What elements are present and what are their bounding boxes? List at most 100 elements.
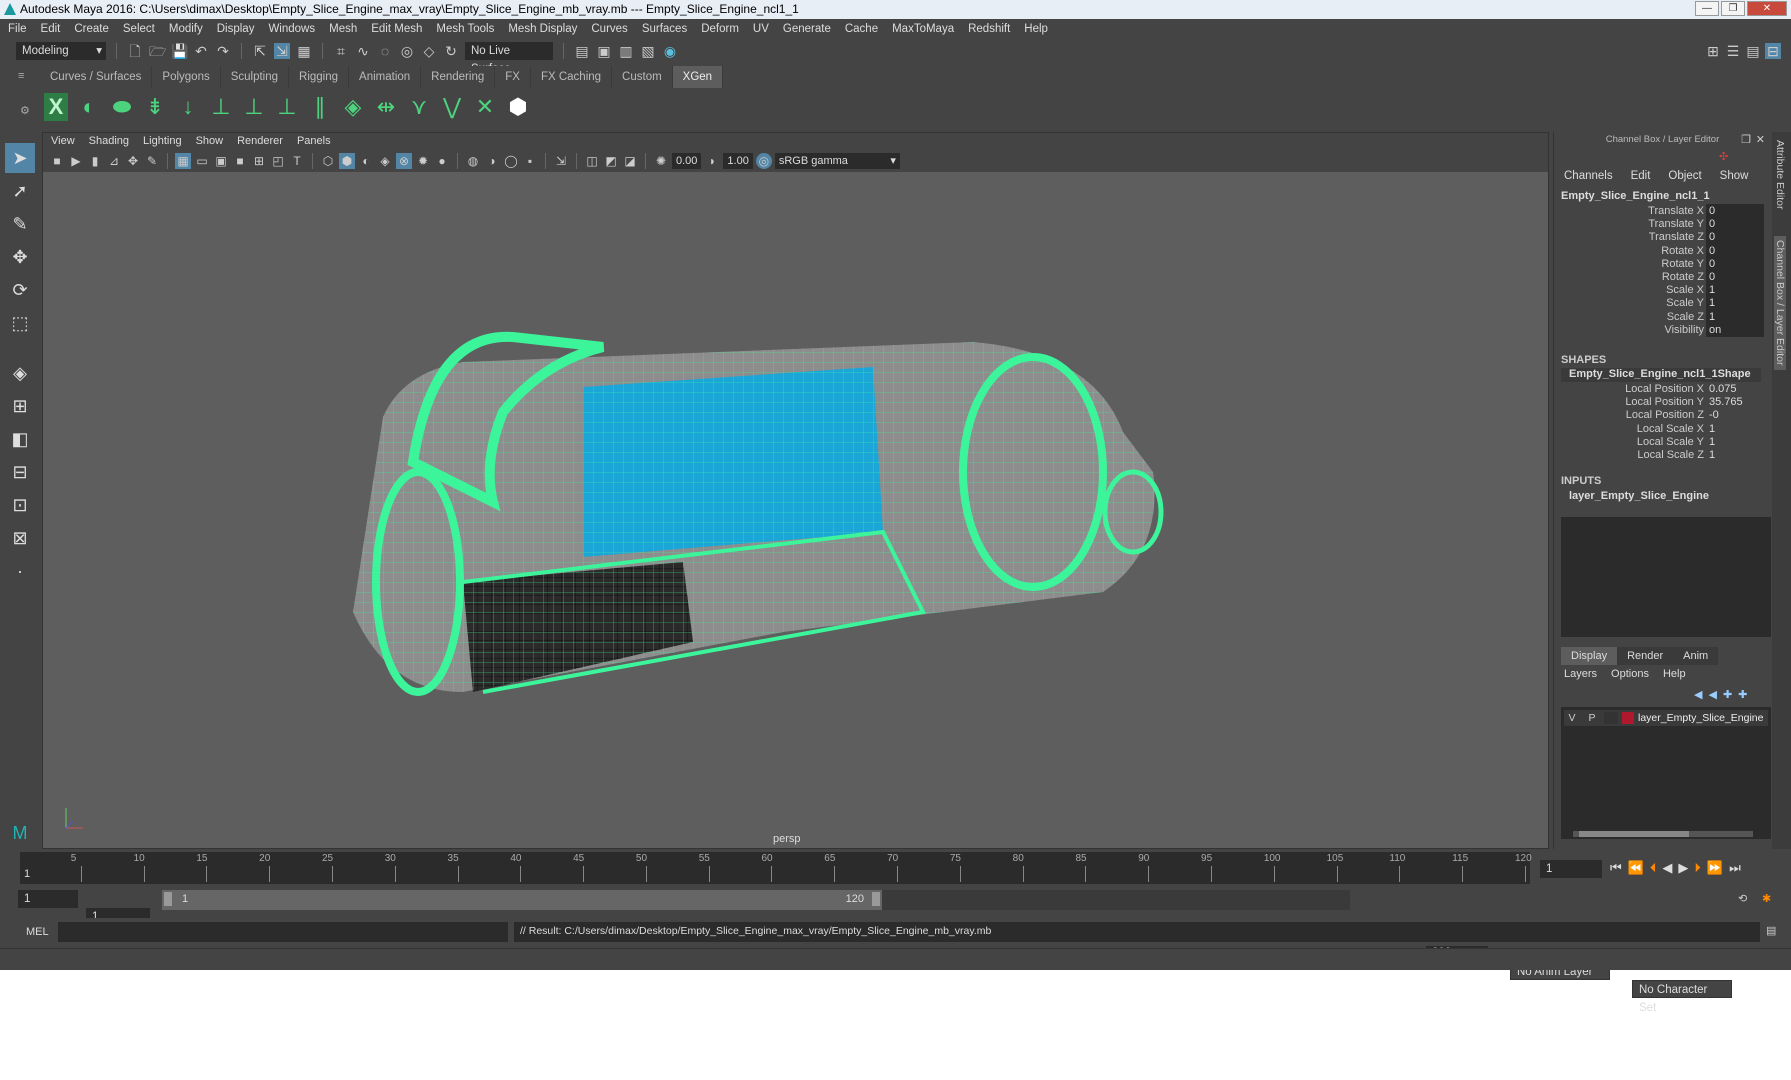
default-material-icon[interactable]: ◐: [358, 153, 374, 169]
channel-box-toggle-icon[interactable]: ⊟: [1765, 43, 1781, 59]
attribute-value[interactable]: 0: [1706, 230, 1764, 245]
xgen-move-guide-icon[interactable]: ↓: [176, 93, 200, 121]
snap-grid-icon[interactable]: ⌗: [333, 43, 349, 59]
scene-start-field[interactable]: 1: [18, 890, 78, 908]
xgen-normalize-icon[interactable]: ⋁: [440, 93, 464, 121]
attribute-value[interactable]: 0: [1706, 204, 1764, 218]
close-panel-icon[interactable]: ✕: [1756, 133, 1765, 146]
play-backward-icon[interactable]: ◀: [1662, 860, 1672, 876]
menu-edit-mesh[interactable]: Edit Mesh: [371, 23, 422, 35]
viewport-menu-show[interactable]: Show: [196, 133, 224, 150]
film-gate-icon[interactable]: ▭: [194, 153, 210, 169]
engine-model-wireframe[interactable]: [43, 172, 1548, 848]
scale-tool-icon[interactable]: ⬚: [5, 308, 35, 338]
xray-joints-icon[interactable]: ◫: [584, 153, 600, 169]
shelf-tab-custom[interactable]: Custom: [612, 66, 673, 88]
range-start-handle[interactable]: [164, 892, 172, 906]
xgen-length-icon[interactable]: ⇹: [374, 93, 398, 121]
save-scene-icon[interactable]: 💾: [171, 43, 188, 59]
viewport-menu-lighting[interactable]: Lighting: [143, 133, 182, 150]
menu-file[interactable]: File: [8, 23, 27, 35]
render-view-icon[interactable]: ▧: [640, 43, 656, 59]
motion-blur-icon[interactable]: ◑: [484, 153, 500, 169]
character-set-dropdown[interactable]: No Character Set: [1632, 980, 1732, 1014]
attribute-value[interactable]: on: [1706, 322, 1764, 337]
move-layer-down-icon[interactable]: ◀: [1708, 688, 1716, 701]
select-camera-icon[interactable]: ■: [49, 153, 65, 169]
step-back-key-icon[interactable]: ⏪: [1628, 860, 1644, 876]
maximize-button[interactable]: ❐: [1721, 1, 1745, 16]
viewport-menu-shading[interactable]: Shading: [89, 133, 129, 150]
layer-menu-layers[interactable]: Layers: [1564, 668, 1597, 680]
viewport-menu-panels[interactable]: Panels: [297, 133, 331, 150]
shelf-menu-icon[interactable]: ≡: [18, 70, 24, 82]
channel-menu-edit[interactable]: Edit: [1631, 170, 1651, 182]
layer-visibility-toggle[interactable]: V: [1564, 712, 1580, 724]
shelf-tab-sculpting[interactable]: Sculpting: [220, 66, 290, 88]
layout-options-icon[interactable]: ·: [5, 556, 35, 586]
menu-select[interactable]: Select: [123, 23, 155, 35]
channel-menu-show[interactable]: Show: [1720, 170, 1749, 182]
use-all-lights-icon[interactable]: ✹: [415, 153, 431, 169]
go-to-start-icon[interactable]: ⏮: [1610, 860, 1622, 876]
shelf-tab-rigging[interactable]: Rigging: [289, 66, 350, 88]
persp-outliner-layout-icon[interactable]: ◧: [5, 424, 35, 454]
modeling-toolkit-icon[interactable]: ⊞: [1705, 43, 1721, 59]
time-slider[interactable]: 1 5 10 15 20 25 30 35 40 45 50 55 60 65 70 75 80 85 90 95 1…: [20, 852, 1532, 884]
attribute-value[interactable]: 0: [1706, 256, 1764, 271]
float-panel-icon[interactable]: ❐: [1741, 133, 1751, 146]
move-layer-up-icon[interactable]: ◀: [1694, 688, 1702, 701]
select-tool-icon[interactable]: ➤: [5, 143, 35, 173]
persp-graph-layout-icon[interactable]: ⊟: [5, 457, 35, 487]
channel-box-tab[interactable]: Channel Box / Layer Editor: [1774, 236, 1786, 370]
layer-playback-toggle[interactable]: P: [1584, 712, 1600, 724]
close-button[interactable]: ✕: [1747, 1, 1787, 16]
manipulator-icon[interactable]: ✣: [1719, 150, 1728, 163]
grease-pencil-icon[interactable]: ✎: [144, 153, 160, 169]
anim-prefs-icon[interactable]: ✱: [1762, 892, 1771, 905]
gamma-icon[interactable]: ◗: [704, 153, 720, 169]
new-scene-icon[interactable]: 🗋: [127, 43, 143, 59]
safe-action-icon[interactable]: ◰: [270, 153, 286, 169]
shelf-tab-animation[interactable]: Animation: [349, 66, 422, 88]
snap-point-icon[interactable]: ◌: [377, 43, 393, 59]
undo-icon[interactable]: ↶: [193, 43, 209, 59]
layer-menu-options[interactable]: Options: [1611, 668, 1649, 680]
layer-row[interactable]: V P layer_Empty_Slice_Engine: [1564, 710, 1768, 726]
attribute-value[interactable]: 0: [1706, 243, 1764, 258]
field-chart-icon[interactable]: ⊞: [251, 153, 267, 169]
select-object-icon[interactable]: ⇲: [274, 43, 290, 59]
menu-surfaces[interactable]: Surfaces: [642, 23, 687, 35]
mode-dropdown[interactable]: Modeling ▾: [16, 42, 106, 60]
open-scene-icon[interactable]: 🗁: [149, 43, 166, 59]
xray-active-icon[interactable]: ◩: [603, 153, 619, 169]
depth-of-field-icon[interactable]: ▪: [522, 153, 538, 169]
range-slider[interactable]: 1 120: [162, 890, 882, 910]
shelf-tab-rendering[interactable]: Rendering: [421, 66, 496, 88]
exposure-icon[interactable]: ✺: [653, 153, 669, 169]
layer-list-scrollbar[interactable]: [1573, 831, 1753, 837]
xgen-create-description-icon[interactable]: ◐: [77, 93, 101, 121]
color-management-icon[interactable]: ◎: [755, 153, 772, 169]
play-forward-icon[interactable]: ▶: [1678, 860, 1688, 876]
hypershade-layout-icon[interactable]: ⊡: [5, 490, 35, 520]
lasso-tool-icon[interactable]: ➚: [5, 176, 35, 206]
mel-input[interactable]: [58, 922, 508, 942]
image-plane-icon[interactable]: ⊿: [106, 153, 122, 169]
script-editor-icon[interactable]: ▤: [1766, 924, 1776, 937]
anti-aliasing-icon[interactable]: ◯: [503, 153, 519, 169]
xray-icon[interactable]: ⊗: [396, 153, 412, 169]
smooth-shade-icon[interactable]: ⬢: [339, 153, 355, 169]
minimize-button[interactable]: —: [1695, 1, 1719, 16]
new-layer-icon[interactable]: ✚: [1723, 688, 1732, 701]
wireframe-on-shaded-icon[interactable]: ◈: [377, 153, 393, 169]
attribute-editor-tab[interactable]: Attribute Editor: [1774, 140, 1786, 209]
attribute-value[interactable]: 1: [1706, 296, 1764, 311]
xgen-delete-guide-icon[interactable]: ✕: [473, 93, 497, 121]
step-forward-key-icon[interactable]: ⏩: [1707, 860, 1723, 876]
attribute-row[interactable]: Local Scale Z1: [1564, 448, 1764, 463]
shelf-settings-icon[interactable]: ⚙: [20, 104, 30, 117]
live-surface-field[interactable]: No Live Surface: [465, 42, 553, 75]
range-end-handle[interactable]: [872, 892, 880, 906]
shadows-icon[interactable]: ●: [434, 153, 450, 169]
